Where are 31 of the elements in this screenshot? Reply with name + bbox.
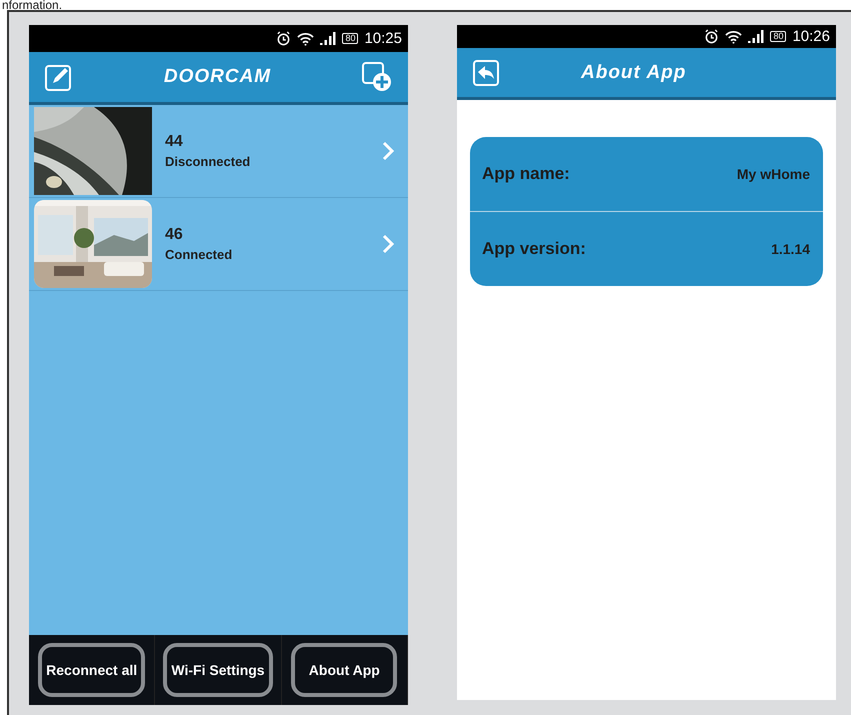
alarm-icon (276, 31, 292, 46)
info-value: My wHome (736, 166, 810, 182)
camera-status: Disconnected (165, 154, 252, 169)
toolbar-button[interactable]: Reconnect all (38, 643, 146, 697)
camera-status: Connected (165, 247, 234, 262)
camera-name: 46 (165, 226, 184, 244)
signal-icon (320, 32, 336, 45)
app-title: DOORCAM (164, 66, 272, 88)
wifi-icon (725, 30, 742, 44)
battery-level: 80 (342, 33, 358, 44)
caption-text: nformation. (1, 0, 64, 10)
toolbar-button[interactable]: About App (291, 643, 398, 697)
camera-name: 44 (165, 133, 184, 151)
info-label: App version: (482, 239, 586, 259)
camera-row[interactable]: 46 Connected (29, 198, 408, 291)
info-value: 1.1.14 (771, 241, 810, 257)
battery-level: 80 (770, 31, 786, 42)
chevron-icon (382, 234, 394, 254)
chevron-icon (382, 141, 394, 161)
camera-row[interactable]: 44 Disconnected (29, 105, 408, 198)
clock-time: 10:26 (792, 28, 830, 45)
screen-title: About App (581, 62, 686, 84)
clock-time: 10:25 (364, 30, 402, 47)
wifi-icon (297, 32, 314, 46)
edit-icon[interactable] (45, 63, 73, 91)
signal-icon (748, 30, 764, 43)
info-label: App name: (482, 164, 570, 184)
add-camera-icon[interactable] (362, 62, 392, 92)
toolbar-button[interactable]: Wi-Fi Settings (163, 643, 273, 697)
back-icon[interactable] (473, 60, 499, 86)
alarm-icon (704, 29, 720, 44)
